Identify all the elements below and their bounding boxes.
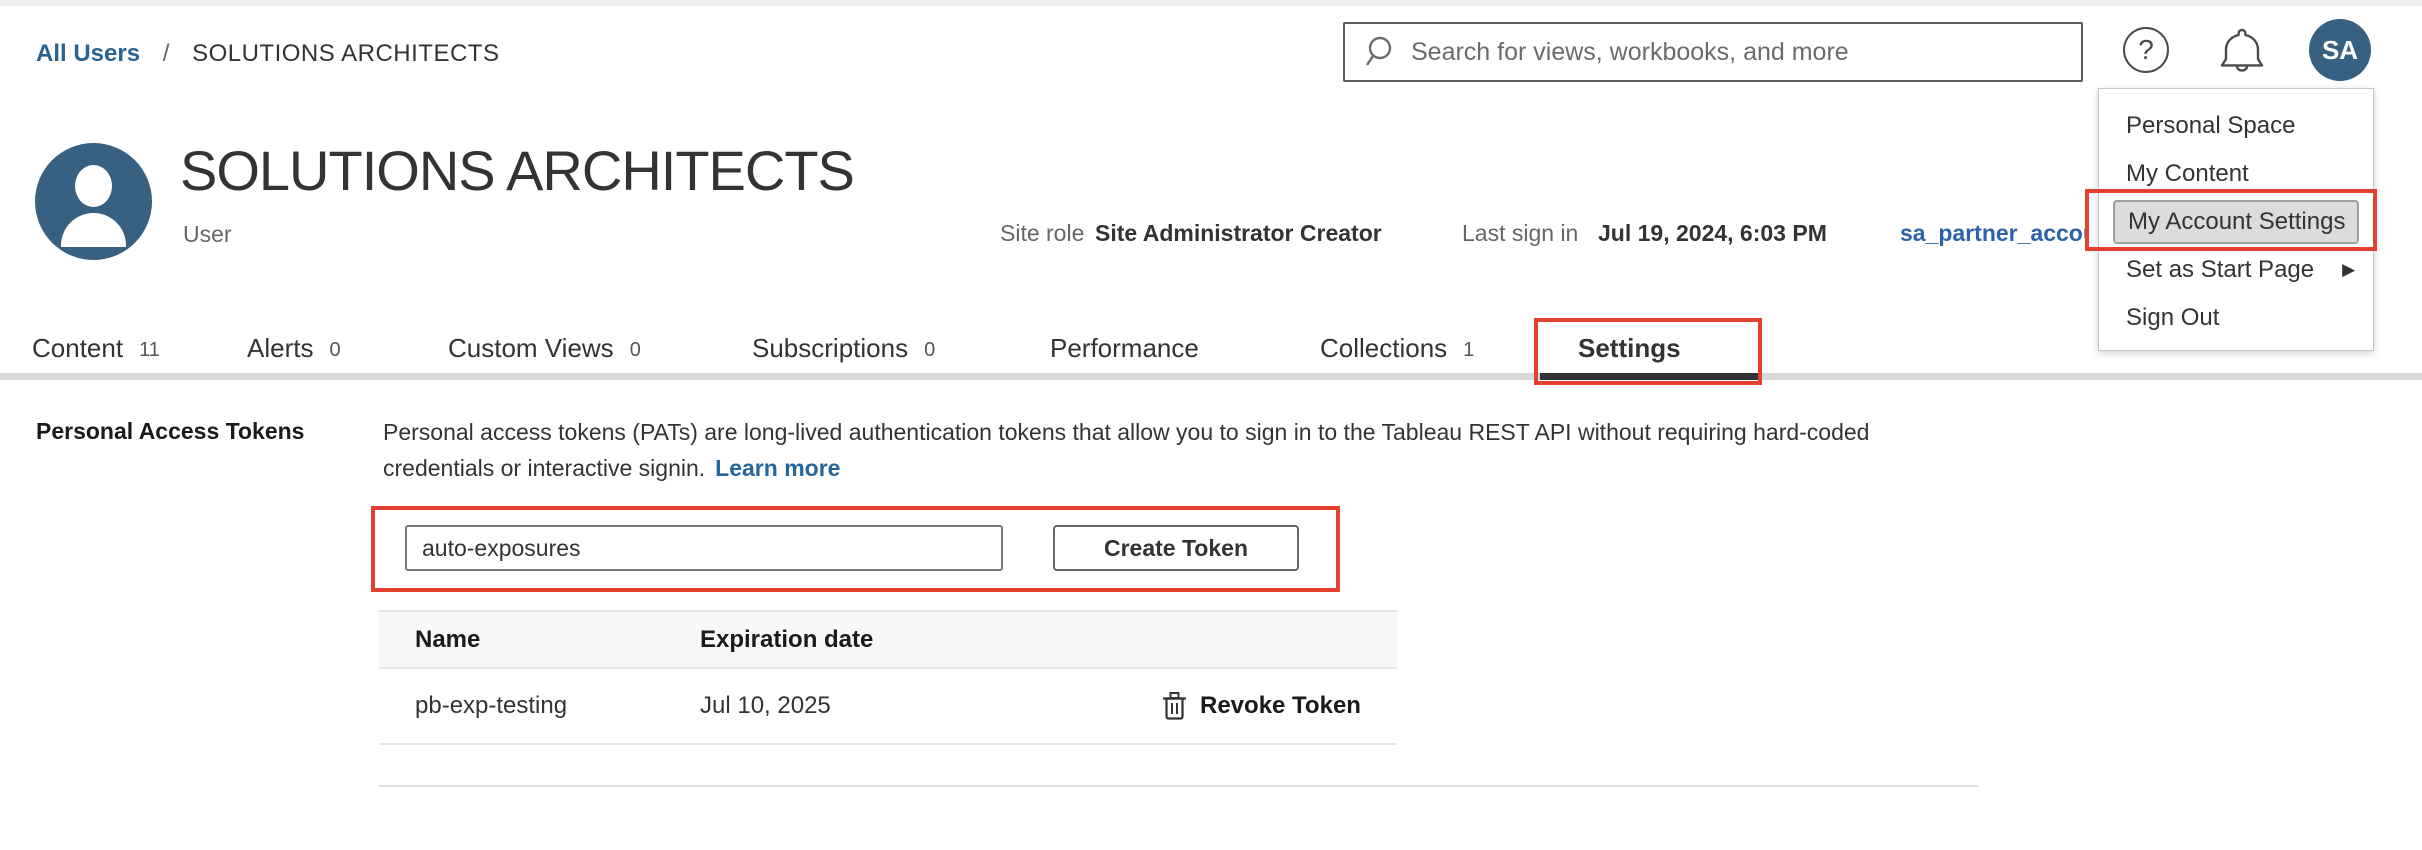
column-header-name: Name <box>415 612 480 667</box>
tab-content[interactable]: Content11 <box>32 325 160 371</box>
search-input[interactable] <box>1411 38 2051 67</box>
last-sign-in-label: Last sign in <box>1462 220 1578 247</box>
tab-performance[interactable]: Performance <box>1050 325 1199 371</box>
token-table-header: Name Expiration date <box>379 610 1397 669</box>
tab-count: 0 <box>329 339 340 362</box>
menu-item-sign-out[interactable]: Sign Out <box>2099 294 2373 342</box>
tab-subscriptions[interactable]: Subscriptions0 <box>752 325 935 371</box>
menu-item-personal-space[interactable]: Personal Space <box>2099 102 2373 150</box>
pat-section-label: Personal Access Tokens <box>36 418 304 445</box>
menu-item-my-content[interactable]: My Content <box>2099 150 2373 198</box>
tab-count: 0 <box>630 339 641 362</box>
search-bar[interactable] <box>1343 22 2083 82</box>
search-icon <box>1363 34 1397 70</box>
user-avatar-button[interactable]: SA <box>2309 19 2371 81</box>
profile-tab-bar: Content11 Alerts0 Custom Views0 Subscrip… <box>0 325 2422 371</box>
page-title: SOLUTIONS ARCHITECTS <box>180 138 854 203</box>
tab-count: 0 <box>924 339 935 362</box>
breadcrumb-separator: / <box>163 40 170 67</box>
tab-alerts[interactable]: Alerts0 <box>247 325 341 371</box>
user-dropdown-menu: Personal Space My Content My Account Set… <box>2098 88 2374 351</box>
column-header-expiration: Expiration date <box>700 612 873 667</box>
token-name-input[interactable] <box>405 525 1003 571</box>
tableau-user-profile-page: All Users / SOLUTIONS ARCHITECTS ? SA SO… <box>0 0 2422 850</box>
menu-item-set-as-start-page[interactable]: Set as Start Page ▶ <box>2099 246 2373 294</box>
learn-more-link[interactable]: Learn more <box>715 455 840 481</box>
highlighted-menu-pill: My Account Settings <box>2113 200 2359 244</box>
active-tab-indicator <box>1540 373 1758 380</box>
avatar-initials: SA <box>2322 35 2358 66</box>
submenu-arrow-icon: ▶ <box>2342 260 2355 280</box>
pat-description: Personal access tokens (PATs) are long-l… <box>383 414 1983 486</box>
notifications-bell-icon[interactable] <box>2216 23 2268 79</box>
user-type-label: User <box>183 221 232 248</box>
tab-count: 1 <box>1463 339 1474 362</box>
tab-settings[interactable]: Settings <box>1578 325 1681 371</box>
token-expiration-cell: Jul 10, 2025 <box>700 669 831 743</box>
tab-bar-divider <box>0 373 2422 380</box>
profile-avatar <box>35 143 152 260</box>
person-icon <box>75 165 112 207</box>
breadcrumb-current: SOLUTIONS ARCHITECTS <box>192 40 499 67</box>
site-role-value: Site Administrator Creator <box>1095 220 1382 247</box>
help-glyph: ? <box>2138 34 2154 66</box>
tab-collections[interactable]: Collections1 <box>1320 325 1474 371</box>
revoke-token-label: Revoke Token <box>1200 692 1361 720</box>
top-chrome-strip <box>0 0 2422 6</box>
token-name-cell: pb-exp-testing <box>415 669 567 743</box>
revoke-token-button[interactable]: Revoke Token <box>1161 669 1361 743</box>
tab-custom-views[interactable]: Custom Views0 <box>448 325 641 371</box>
trash-icon <box>1161 690 1188 722</box>
help-icon[interactable]: ? <box>2123 27 2169 73</box>
menu-item-my-account-settings[interactable]: My Account Settings <box>2099 198 2373 246</box>
section-divider <box>379 785 1978 787</box>
tab-count: 11 <box>139 339 160 362</box>
table-row: pb-exp-testing Jul 10, 2025 Revoke Token <box>379 669 1397 745</box>
breadcrumb-all-users-link[interactable]: All Users <box>36 40 140 67</box>
breadcrumb: All Users / SOLUTIONS ARCHITECTS <box>36 40 499 68</box>
last-sign-in-value: Jul 19, 2024, 6:03 PM <box>1598 220 1827 247</box>
site-role-label: Site role <box>1000 220 1084 247</box>
account-name-link[interactable]: sa_partner_accou <box>1900 220 2087 247</box>
token-table: Name Expiration date pb-exp-testing Jul … <box>379 610 1397 745</box>
create-token-button[interactable]: Create Token <box>1053 525 1299 571</box>
